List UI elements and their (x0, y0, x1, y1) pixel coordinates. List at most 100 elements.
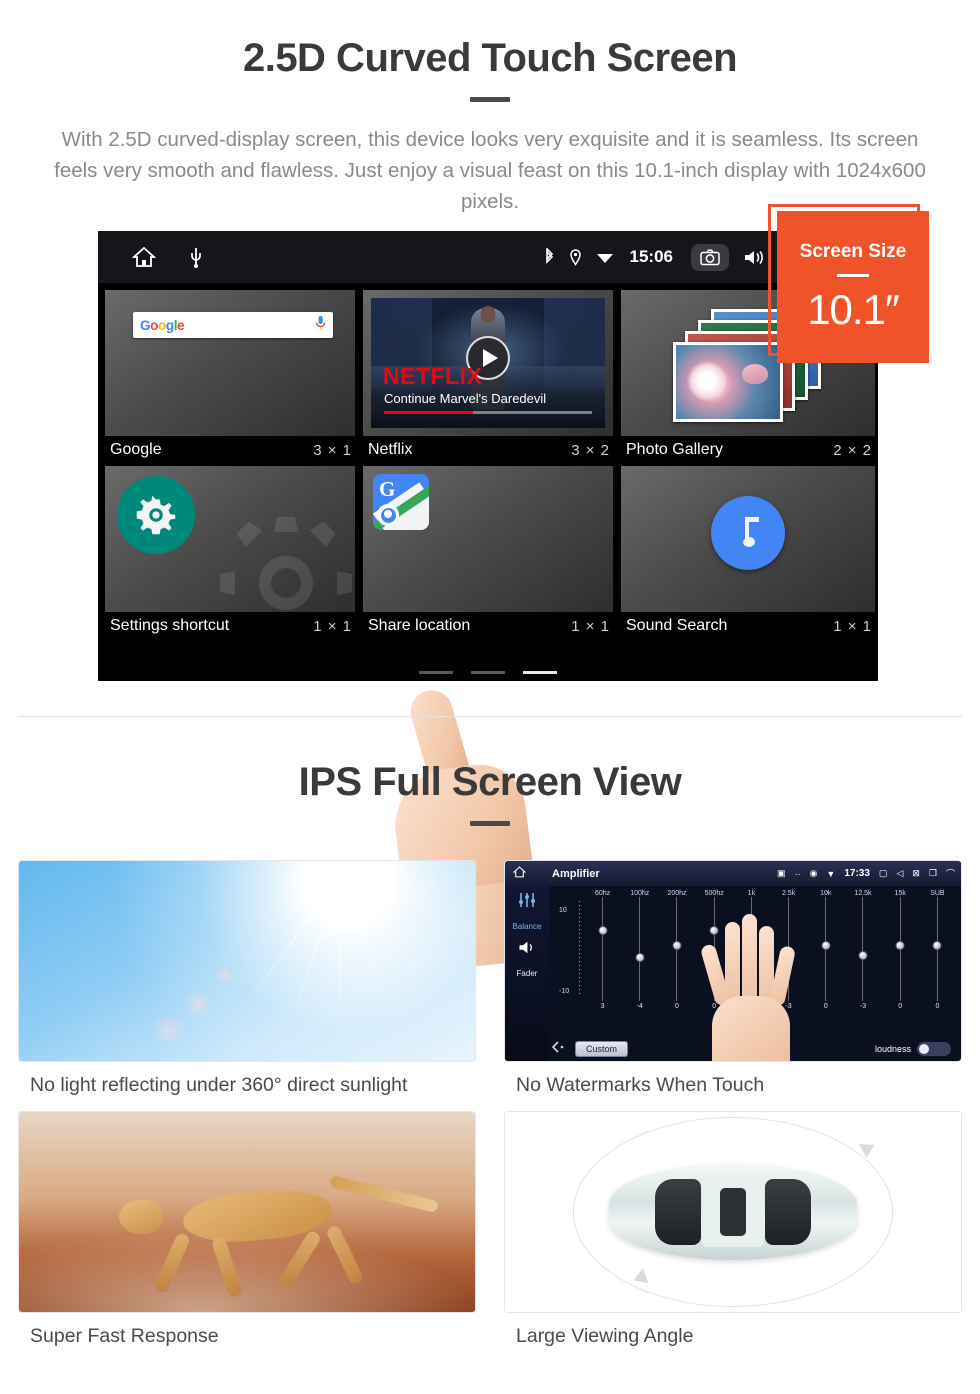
finger (741, 914, 757, 1006)
location-icon (569, 248, 582, 266)
widget-size: 2 × 2 (833, 441, 872, 459)
settings-gear-icon[interactable] (117, 476, 195, 554)
google-maps-icon[interactable]: G (373, 474, 429, 530)
eq-value: 0 (823, 1003, 828, 1010)
scale-top-label: 10 (559, 907, 567, 914)
home-icon[interactable] (132, 246, 156, 268)
eq-slider[interactable] (585, 897, 620, 1001)
settings-shortcut-widget[interactable] (104, 465, 356, 613)
prev-preset-icon[interactable] (551, 1040, 565, 1058)
android-home-screenshot: 15:06 Google Google 3 × 1 NETFLIX Contin… (98, 231, 878, 681)
band-label: 100hz (630, 890, 650, 897)
bluetooth-icon (544, 248, 555, 266)
widget-row-2: Settings shortcut 1 × 1 G Share location… (104, 465, 876, 639)
music-note-icon[interactable] (711, 496, 785, 571)
widget-cell-sound-search[interactable]: Sound Search 1 × 1 (620, 465, 876, 639)
band-label: 10k (820, 890, 832, 897)
amplifier-status-bar: Amplifier ▣ ·· ◉ ▼ 17:33 ▢ ◁ ⊠ ❐ ⌒ (505, 861, 961, 886)
page-dot[interactable] (419, 671, 453, 674)
car-top-view-diagram (504, 1111, 962, 1313)
loudness-toggle[interactable] (917, 1042, 951, 1056)
camera-icon[interactable]: ▢ (879, 868, 888, 879)
balance-icon[interactable] (517, 892, 537, 913)
search-input[interactable]: Google (133, 312, 333, 338)
cheetah-head (119, 1200, 164, 1234)
share-location-widget[interactable]: G (362, 465, 614, 613)
amplifier-screenshot: Amplifier ▣ ·· ◉ ▼ 17:33 ▢ ◁ ⊠ ❐ ⌒ Balan… (504, 860, 962, 1062)
volume-icon[interactable] (743, 249, 764, 266)
widget-name: Photo Gallery (626, 441, 723, 458)
cheetah-photo (18, 1111, 476, 1313)
camera-icon[interactable] (691, 243, 729, 271)
widget-label-netflix: Netflix 3 × 2 (362, 437, 614, 463)
widget-name: Google (110, 441, 162, 458)
page-dot[interactable] (471, 671, 505, 674)
widget-cell-share-location[interactable]: G Share location 1 × 1 (362, 465, 614, 639)
page-indicator[interactable] (98, 671, 878, 674)
volume-icon[interactable]: ◁ (896, 868, 903, 879)
lens-flare (146, 1017, 191, 1043)
widget-name: Sound Search (626, 617, 728, 634)
back-icon[interactable]: ⌒ (946, 867, 955, 880)
widget-label-share-location: Share location 1 × 1 (362, 613, 614, 639)
amplifier-side-controls: Balance Fader (505, 886, 549, 1061)
widget-cell-google[interactable]: Google Google 3 × 1 (104, 289, 356, 463)
page-dot-active[interactable] (523, 671, 557, 674)
eq-value: -3 (859, 1003, 867, 1010)
screen-size-badge: Screen Size 10.1″ (777, 211, 929, 363)
home-icon[interactable] (512, 865, 527, 883)
eq-slider[interactable] (622, 897, 657, 1001)
widget-size: 1 × 1 (833, 617, 872, 635)
widget-size: 1 × 1 (571, 617, 610, 635)
google-logo: Google (140, 317, 185, 333)
scale-bottom-label: -10 (559, 988, 570, 995)
loudness-control[interactable]: loudness (875, 1042, 951, 1056)
recents-icon[interactable]: ❐ (929, 868, 937, 879)
sound-search-widget[interactable] (620, 465, 876, 613)
feature-caption: Super Fast Response (30, 1325, 219, 1347)
eq-value: 0 (675, 1003, 679, 1010)
netflix-preview: NETFLIX Continue Marvel's Daredevil (371, 298, 605, 428)
widget-label-google: Google 3 × 1 (104, 437, 356, 463)
amplifier-ui: Amplifier ▣ ·· ◉ ▼ 17:33 ▢ ◁ ⊠ ❐ ⌒ Balan… (505, 861, 961, 1061)
scale-ticks (579, 901, 580, 997)
mic-icon[interactable] (315, 315, 326, 336)
equalizer-band-labels: 60hz 100hz 200hz 500hz 1k 2.5k 10k 12.5k… (555, 890, 955, 897)
badge-value: 10.1″ (807, 285, 900, 333)
windshield (655, 1179, 701, 1245)
amplifier-clock: 17:33 (844, 868, 870, 879)
badge-title: Screen Size (799, 240, 907, 262)
wifi-icon: ▼ (826, 868, 836, 879)
feature-caption: No light reflecting under 360° direct su… (30, 1074, 408, 1096)
car-body (609, 1164, 857, 1260)
widget-row-1: Google Google 3 × 1 NETFLIX Continue Mar… (104, 289, 876, 463)
title-divider (470, 97, 510, 102)
preset-button[interactable]: Custom (575, 1041, 629, 1057)
eq-slider[interactable] (845, 897, 880, 1001)
widget-cell-settings[interactable]: Settings shortcut 1 × 1 (104, 465, 356, 639)
location-icon: ◉ (809, 868, 818, 878)
photo-card-front (673, 342, 783, 422)
close-icon[interactable]: ⊠ (912, 868, 920, 879)
ips-title-divider (470, 821, 510, 826)
car-diagram (505, 1112, 961, 1312)
status-bar: 15:06 (98, 231, 878, 283)
equalizer-scale: 10 -10 (559, 897, 585, 1001)
widget-cell-netflix[interactable]: NETFLIX Continue Marvel's Daredevil Netf… (362, 289, 614, 463)
eq-slider[interactable] (659, 897, 694, 1001)
netflix-widget[interactable]: NETFLIX Continue Marvel's Daredevil (362, 289, 614, 437)
fader-icon[interactable] (517, 940, 537, 960)
eq-slider[interactable] (920, 897, 955, 1001)
eq-slider[interactable] (808, 897, 843, 1001)
google-search-widget[interactable]: Google (104, 289, 356, 437)
eq-value: 0 (935, 1003, 940, 1010)
usb-icon[interactable] (190, 246, 202, 268)
widget-name: Settings shortcut (110, 617, 230, 634)
feature-card-viewing-angle: Large Viewing Angle (504, 1111, 962, 1348)
eq-slider[interactable] (883, 897, 918, 1001)
sky-gradient (19, 861, 475, 1061)
feature-caption: Large Viewing Angle (516, 1325, 694, 1347)
badge-divider (837, 273, 869, 277)
band-label: 500hz (704, 890, 724, 897)
loudness-label: loudness (874, 1044, 911, 1054)
